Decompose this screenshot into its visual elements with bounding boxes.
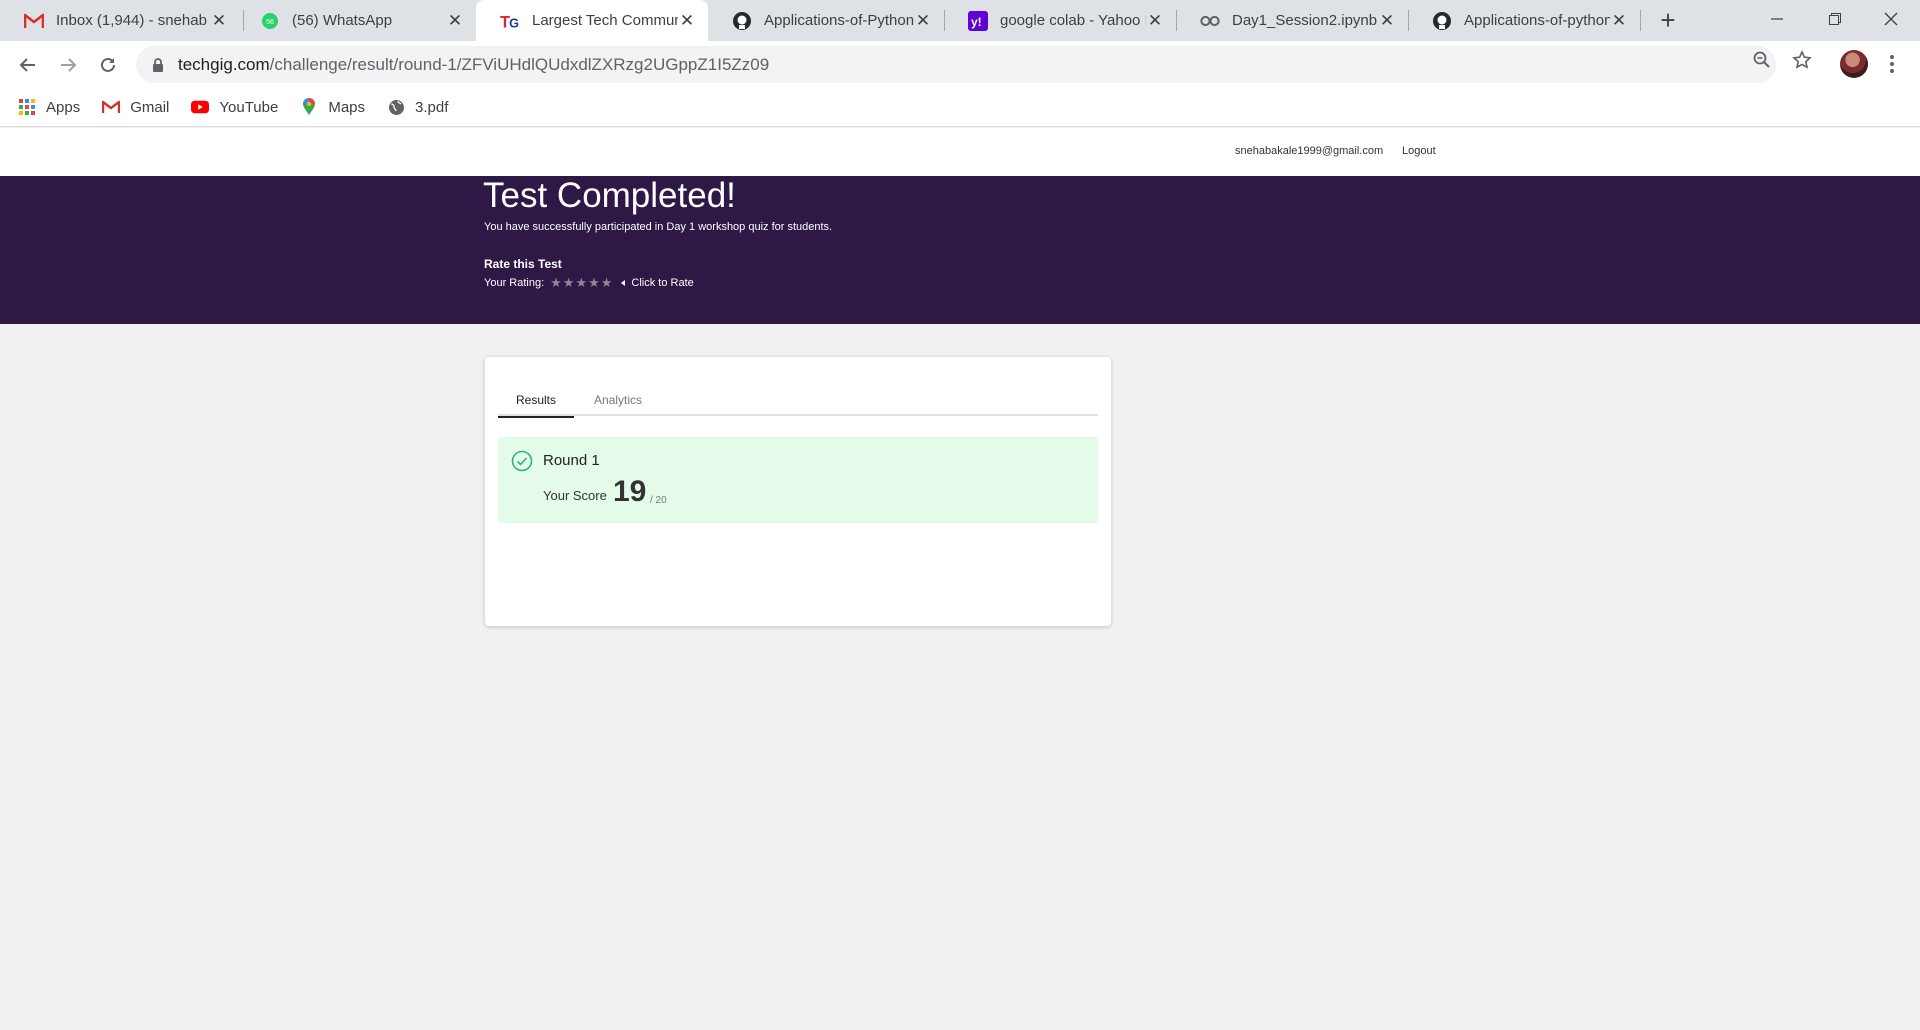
svg-text:G: G <box>509 15 519 30</box>
tab-colab[interactable]: Day1_Session2.ipynb - ✕ <box>1176 0 1408 41</box>
close-icon[interactable]: ✕ <box>1146 11 1164 30</box>
bookmark-3pdf[interactable]: 3.pdf <box>387 98 448 116</box>
bookmark-label: YouTube <box>219 98 279 116</box>
browser-menu-icon[interactable] <box>1882 49 1902 79</box>
tab-results[interactable]: Results <box>498 393 574 418</box>
bookmark-star-icon[interactable] <box>1791 49 1813 71</box>
techgig-icon: TG <box>500 11 520 31</box>
star-icon[interactable]: ★ <box>601 276 613 289</box>
new-tab-button[interactable]: + <box>1654 5 1682 35</box>
round-name: Round 1 <box>543 452 600 469</box>
whatsapp-icon: 56 <box>260 11 280 31</box>
minimize-button[interactable] <box>1748 0 1806 38</box>
lock-icon <box>153 57 163 72</box>
colab-icon <box>1200 11 1220 31</box>
bookmark-apps[interactable]: Apps <box>18 98 80 116</box>
tab-techgig[interactable]: TG Largest Tech Communi ✕ <box>476 0 708 41</box>
svg-text:56: 56 <box>266 19 274 26</box>
svg-text:y!: y! <box>971 15 982 29</box>
youtube-icon <box>191 98 210 116</box>
browser-tab-strip: Inbox (1,944) - snehab ✕ 56 (56) WhatsAp… <box>0 0 1920 41</box>
tab-github-1[interactable]: Applications-of-Python ✕ <box>708 0 944 41</box>
star-icon[interactable]: ★ <box>575 276 587 289</box>
bookmark-gmail[interactable]: Gmail <box>102 98 169 116</box>
url-path: /challenge/result/round-1/ZFViUHdlQUdxdl… <box>269 54 770 74</box>
url-text: techgig.com/challenge/result/round-1/ZFV… <box>178 55 769 75</box>
score-value: 19 <box>613 475 647 508</box>
star-icon[interactable]: ★ <box>563 276 575 289</box>
rating-stars[interactable]: ★ ★ ★ ★ ★ <box>550 276 613 289</box>
click-to-rate-link[interactable]: Click to Rate <box>631 277 693 289</box>
gmail-icon <box>102 98 121 116</box>
bookmark-label: Maps <box>328 98 366 116</box>
tab-analytics[interactable]: Analytics <box>584 393 652 416</box>
rate-test-heading: Rate this Test <box>484 257 562 271</box>
close-icon[interactable]: ✕ <box>678 11 696 30</box>
tab-github-2[interactable]: Applications-of-python ✕ <box>1408 0 1640 41</box>
tab-title: google colab - Yahoo I <box>1000 12 1146 29</box>
user-email[interactable]: snehabakale1999@gmail.com <box>1235 145 1383 157</box>
close-icon[interactable]: ✕ <box>446 11 464 30</box>
tab-title: (56) WhatsApp <box>292 12 393 29</box>
check-circle-icon <box>511 450 533 472</box>
tab-whatsapp[interactable]: 56 (56) WhatsApp ✕ <box>236 0 476 41</box>
profile-avatar[interactable] <box>1840 50 1868 78</box>
score-total: / 20 <box>650 495 667 506</box>
logout-link[interactable]: Logout <box>1402 145 1436 157</box>
tab-title: Day1_Session2.ipynb - <box>1232 12 1378 29</box>
apps-grid-icon <box>18 98 36 116</box>
gmail-icon <box>24 11 44 31</box>
github-icon <box>732 11 752 31</box>
globe-icon <box>387 98 405 116</box>
tab-title: Applications-of-python <box>1464 12 1610 29</box>
maps-pin-icon <box>300 98 318 116</box>
reload-icon <box>101 57 115 72</box>
tab-gmail[interactable]: Inbox (1,944) - snehab ✕ <box>0 0 240 41</box>
rating-label: Your Rating: <box>484 276 545 289</box>
star-icon[interactable]: ★ <box>588 276 600 289</box>
result-banner: Test Completed! You have successfully pa… <box>0 176 1920 324</box>
tab-title: Inbox (1,944) - snehab <box>56 12 207 29</box>
banner-subtitle: You have successfully participated in Da… <box>484 221 833 233</box>
bookmark-maps[interactable]: Maps <box>300 98 365 116</box>
reload-button[interactable] <box>92 49 124 81</box>
restore-button[interactable] <box>1806 0 1864 38</box>
github-icon <box>1432 11 1452 31</box>
star-icon[interactable]: ★ <box>550 276 562 289</box>
url-domain: techgig.com <box>178 54 270 74</box>
yahoo-icon: y! <box>968 10 988 31</box>
bookmarks-bar: Apps Gmail YouTube Maps 3.pdf <box>0 88 1920 127</box>
site-header: snehabakale1999@gmail.com Logout <box>0 128 1920 176</box>
browser-toolbar: techgig.com/challenge/result/round-1/ZFV… <box>0 41 1920 88</box>
result-card: Results Analytics Round 1 Your Score 19 … <box>485 357 1111 626</box>
round-result: Round 1 Your Score 19 / 20 <box>498 437 1098 523</box>
back-arrow-icon <box>19 58 35 72</box>
zoom-icon[interactable] <box>1751 49 1773 71</box>
forward-button[interactable] <box>52 49 84 81</box>
tab-divider <box>1640 10 1641 31</box>
back-button[interactable] <box>12 49 44 81</box>
forward-arrow-icon <box>61 58 77 72</box>
tab-title: Applications-of-Python <box>764 12 914 29</box>
bookmark-label: 3.pdf <box>415 98 449 116</box>
result-tabs: Results Analytics <box>498 393 1098 418</box>
close-icon[interactable]: ✕ <box>1378 11 1396 30</box>
close-window-button[interactable] <box>1862 0 1920 38</box>
bookmark-label: Gmail <box>130 98 170 116</box>
tab-yahoo[interactable]: y! google colab - Yahoo I ✕ <box>944 0 1176 41</box>
tab-title: Largest Tech Communi <box>532 12 678 29</box>
address-bar[interactable]: techgig.com/challenge/result/round-1/ZFV… <box>136 46 1776 83</box>
bookmark-youtube[interactable]: YouTube <box>191 98 278 116</box>
rating-row: Your Rating: ★ ★ ★ ★ ★ Click to Rate <box>484 276 694 289</box>
close-icon[interactable]: ✕ <box>210 11 228 30</box>
caret-left-icon <box>621 279 626 286</box>
bookmark-label: Apps <box>46 98 81 116</box>
score-label: Your Score <box>543 488 607 503</box>
close-icon[interactable]: ✕ <box>914 11 932 30</box>
page-title: Test Completed! <box>483 176 736 215</box>
close-icon[interactable]: ✕ <box>1610 11 1628 30</box>
